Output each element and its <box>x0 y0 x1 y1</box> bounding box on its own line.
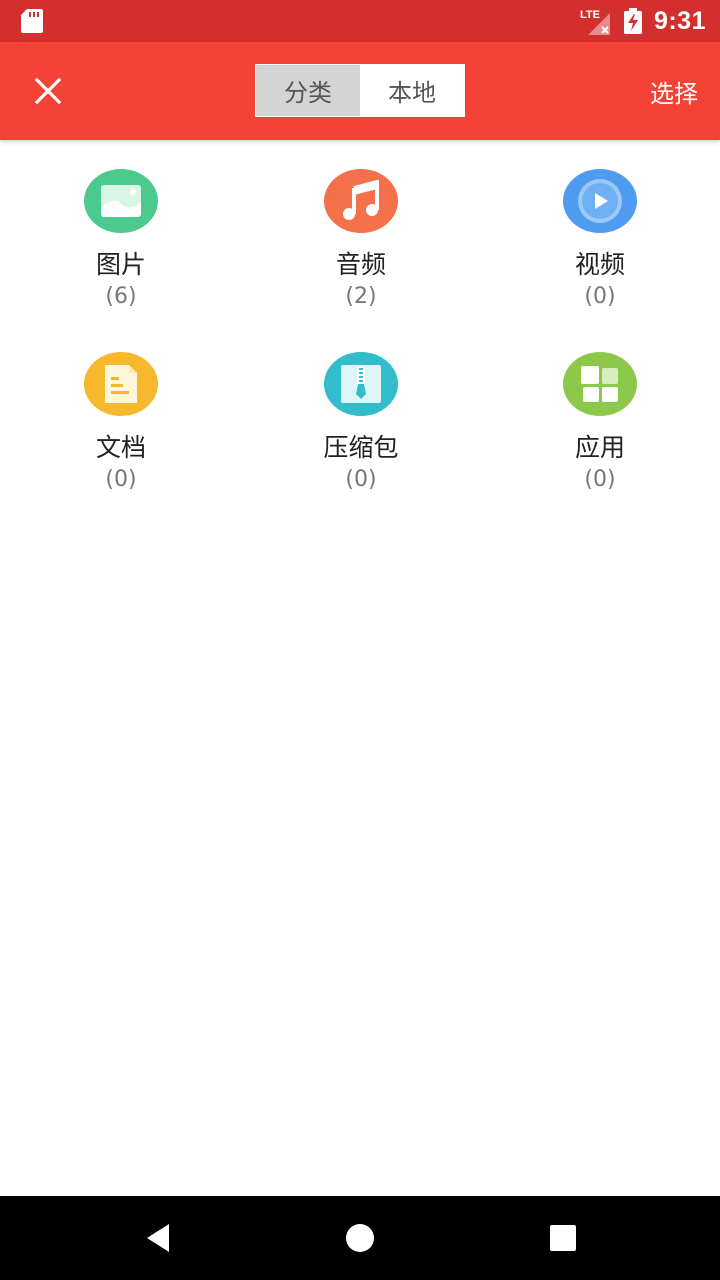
category-label: 文档 <box>95 433 146 462</box>
tab-local[interactable]: 本地 <box>360 65 464 116</box>
category-video[interactable]: 视频 (0) <box>500 140 700 310</box>
category-count: (6) <box>105 284 137 309</box>
close-button[interactable] <box>24 67 72 115</box>
home-circle-icon <box>346 1224 374 1252</box>
document-icon <box>84 352 158 416</box>
category-label: 图片 <box>95 250 146 279</box>
category-apps[interactable]: 应用 (0) <box>500 323 700 493</box>
category-label: 压缩包 <box>323 433 399 462</box>
status-bar: LTE 9:31 <box>0 0 720 42</box>
back-triangle-icon <box>147 1224 169 1252</box>
close-icon <box>34 77 62 105</box>
status-icons: LTE 9:31 <box>580 0 706 42</box>
category-count: (0) <box>584 284 616 309</box>
category-count: (0) <box>584 467 616 492</box>
battery-charging-icon <box>623 8 642 34</box>
category-count: (2) <box>345 284 377 309</box>
category-count: (0) <box>345 467 377 492</box>
recents-button[interactable] <box>541 1216 585 1260</box>
category-audio[interactable]: 音频 (2) <box>261 140 461 310</box>
category-archives[interactable]: 压缩包 (0) <box>261 323 461 493</box>
category-documents[interactable]: 文档 (0) <box>21 323 221 493</box>
home-button[interactable] <box>338 1216 382 1260</box>
category-images[interactable]: 图片 (6) <box>21 140 221 310</box>
apps-grid-icon <box>563 352 637 416</box>
back-button[interactable] <box>136 1216 180 1260</box>
tab-category[interactable]: 分类 <box>256 65 360 116</box>
sd-card-icon <box>21 9 43 33</box>
category-label: 视频 <box>574 250 625 279</box>
toolbar: 分类 本地 选择 <box>0 42 720 140</box>
category-local-switch: 分类 本地 <box>255 64 465 117</box>
zip-archive-icon <box>324 352 398 416</box>
select-button[interactable]: 选择 <box>650 42 698 140</box>
lte-signal-icon: LTE <box>580 9 610 35</box>
category-label: 音频 <box>335 250 386 279</box>
svg-text:LTE: LTE <box>580 9 600 21</box>
video-play-icon <box>563 169 637 233</box>
navigation-bar <box>0 1196 720 1280</box>
category-label: 应用 <box>574 433 625 462</box>
recents-square-icon <box>550 1225 576 1251</box>
category-count: (0) <box>105 467 137 492</box>
clock: 9:31 <box>653 6 706 35</box>
image-icon <box>84 169 158 233</box>
music-icon <box>324 169 398 233</box>
